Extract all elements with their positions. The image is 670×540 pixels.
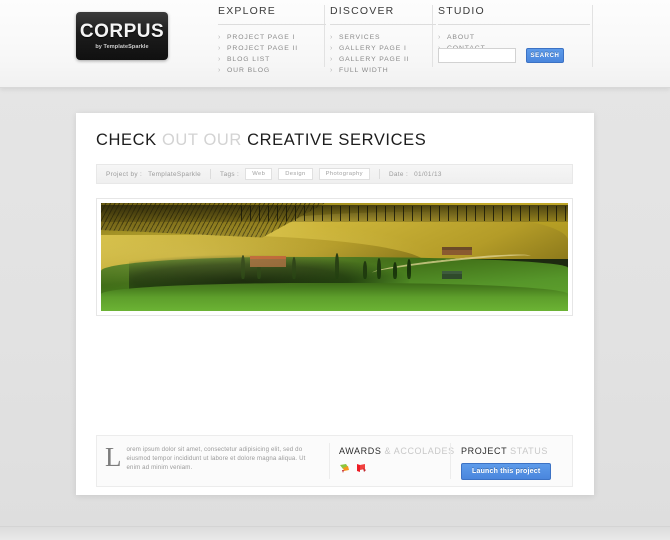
nav-column-title-discover: DISCOVER <box>330 5 395 17</box>
tag-pill-photography[interactable]: Photography <box>318 168 370 180</box>
project-meta-bar: Project by : TemplateSparkle Tags : Web … <box>96 164 573 184</box>
nav-item-label: GALLERY PAGE I <box>339 45 407 52</box>
project-status-section: PROJECT STATUS Launch this project <box>451 436 572 486</box>
nav-item-label: ABOUT <box>447 34 475 41</box>
nav-column-title-explore: EXPLORE <box>218 5 277 17</box>
chevron-right-icon: › <box>218 67 222 74</box>
nav-column-discover: DISCOVER › SERVICES › GALLERY PAGE I › G… <box>330 5 436 76</box>
award-ribbon-green-icon[interactable] <box>339 463 350 474</box>
logo-tagline-text: by TemplateSparkle <box>95 44 149 50</box>
search-row: SEARCH <box>438 48 564 63</box>
nav-item-label: SERVICES <box>339 34 381 41</box>
meta-date-value: 01/01/13 <box>414 170 442 178</box>
project-status-title: PROJECT STATUS <box>461 446 572 456</box>
tag-pill-design[interactable]: Design <box>278 168 313 180</box>
nav-rule <box>330 24 436 25</box>
nav-column-explore: EXPLORE › PROJECT PAGE I › PROJECT PAGE … <box>218 5 326 76</box>
meta-separator <box>378 169 380 179</box>
chevron-right-icon: › <box>438 34 442 41</box>
awards-title-dark: AWARDS <box>339 446 382 456</box>
meta-date-label: Date : <box>388 170 409 178</box>
launch-project-button[interactable]: Launch this project <box>461 463 552 480</box>
page-title: CHECK OUT OUR CREATIVE SERVICES <box>96 131 426 150</box>
page-title-part-2: OUT OUR <box>161 131 242 149</box>
search-input[interactable] <box>438 48 516 63</box>
awards-title-light: & ACCOLADES <box>384 446 455 456</box>
project-photo[interactable] <box>101 203 568 311</box>
project-description: L orem ipsum dolor sit amet, consectetur… <box>97 436 329 486</box>
chevron-right-icon: › <box>218 56 222 63</box>
nav-column-title-studio: STUDIO <box>438 5 485 17</box>
nav-item-project-page-1[interactable]: › PROJECT PAGE I <box>218 32 326 43</box>
site-header: CORPUS by TemplateSparkle EXPLORE › PROJ… <box>0 0 670 88</box>
chevron-right-icon: › <box>218 45 222 52</box>
page-title-part-1: CHECK <box>96 131 157 149</box>
project-info-box: L orem ipsum dolor sit amet, consectetur… <box>96 435 573 487</box>
status-title-light: STATUS <box>510 446 548 456</box>
tag-pill-web[interactable]: Web <box>245 168 273 180</box>
search-button[interactable]: SEARCH <box>526 48 564 63</box>
nav-item-label: OUR BLOG <box>227 67 271 74</box>
chevron-right-icon: › <box>330 56 334 63</box>
nav-item-gallery-page-2[interactable]: › GALLERY PAGE II <box>330 54 436 65</box>
nav-item-label: BLOG LIST <box>227 56 271 63</box>
footer-strip <box>0 526 670 540</box>
nav-item-project-page-2[interactable]: › PROJECT PAGE II <box>218 43 326 54</box>
chevron-right-icon: › <box>330 34 334 41</box>
nav-item-label: GALLERY PAGE II <box>339 56 410 63</box>
nav-column-divider <box>592 5 593 67</box>
meta-project-by-value[interactable]: TemplateSparkle <box>148 171 201 178</box>
meta-separator <box>210 169 212 179</box>
nav-item-label: PROJECT PAGE II <box>227 45 299 52</box>
content-card: CHECK OUT OUR CREATIVE SERVICES Project … <box>76 113 594 495</box>
nav-item-blog-list[interactable]: › BLOG LIST <box>218 54 326 65</box>
nav-item-full-width[interactable]: › FULL WIDTH <box>330 65 436 76</box>
chevron-right-icon: › <box>330 45 334 52</box>
award-icon-list <box>339 463 450 474</box>
nav-item-our-blog[interactable]: › OUR BLOG <box>218 65 326 76</box>
page-title-part-3: CREATIVE SERVICES <box>247 131 427 149</box>
meta-project-by-label: Project by : <box>106 170 143 178</box>
description-text: orem ipsum dolor sit amet, consectetur a… <box>126 446 306 472</box>
logo-brand-text: CORPUS <box>79 21 165 42</box>
nav-column-studio: STUDIO › ABOUT › CONTACT <box>438 5 590 54</box>
project-photo-frame <box>96 198 573 316</box>
status-title-dark: PROJECT <box>461 446 508 456</box>
nav-rule <box>218 24 326 25</box>
awards-title: AWARDS & ACCOLADES <box>339 446 454 456</box>
nav-item-services[interactable]: › SERVICES <box>330 32 436 43</box>
nav-item-label: FULL WIDTH <box>339 67 389 74</box>
chevron-right-icon: › <box>218 34 222 41</box>
nav-item-gallery-page-1[interactable]: › GALLERY PAGE I <box>330 43 436 54</box>
award-ribbon-red-icon[interactable] <box>356 463 367 474</box>
nav-item-label: PROJECT PAGE I <box>227 34 296 41</box>
nav-item-about[interactable]: › ABOUT <box>438 32 590 43</box>
page-root: CORPUS by TemplateSparkle EXPLORE › PROJ… <box>0 0 670 540</box>
chevron-right-icon: › <box>330 67 334 74</box>
nav-rule <box>438 24 590 25</box>
meta-tags-label: Tags : <box>220 170 240 178</box>
site-logo[interactable]: CORPUS by TemplateSparkle <box>76 12 168 60</box>
drop-cap-letter: L <box>105 442 122 472</box>
awards-section: AWARDS & ACCOLADES <box>330 436 454 486</box>
